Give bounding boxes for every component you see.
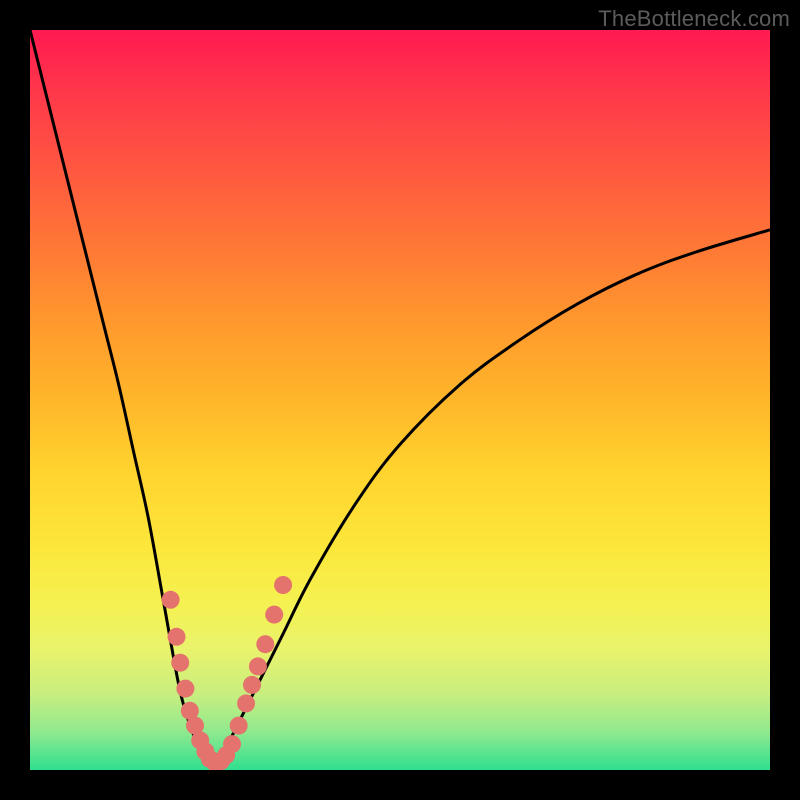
data-marker xyxy=(162,591,180,609)
chart-svg xyxy=(30,30,770,770)
data-marker xyxy=(168,628,186,646)
data-marker xyxy=(265,606,283,624)
data-marker xyxy=(249,657,267,675)
curve-right-branch xyxy=(215,230,770,770)
data-marker xyxy=(176,680,194,698)
data-marker xyxy=(256,635,274,653)
data-marker xyxy=(230,717,248,735)
watermark-text: TheBottleneck.com xyxy=(598,6,790,32)
data-marker xyxy=(237,694,255,712)
data-marker xyxy=(243,676,261,694)
data-marker xyxy=(223,735,241,753)
data-marker xyxy=(171,654,189,672)
chart-frame: TheBottleneck.com xyxy=(0,0,800,800)
plot-area xyxy=(30,30,770,770)
data-marker xyxy=(274,576,292,594)
curve-markers xyxy=(162,576,292,770)
